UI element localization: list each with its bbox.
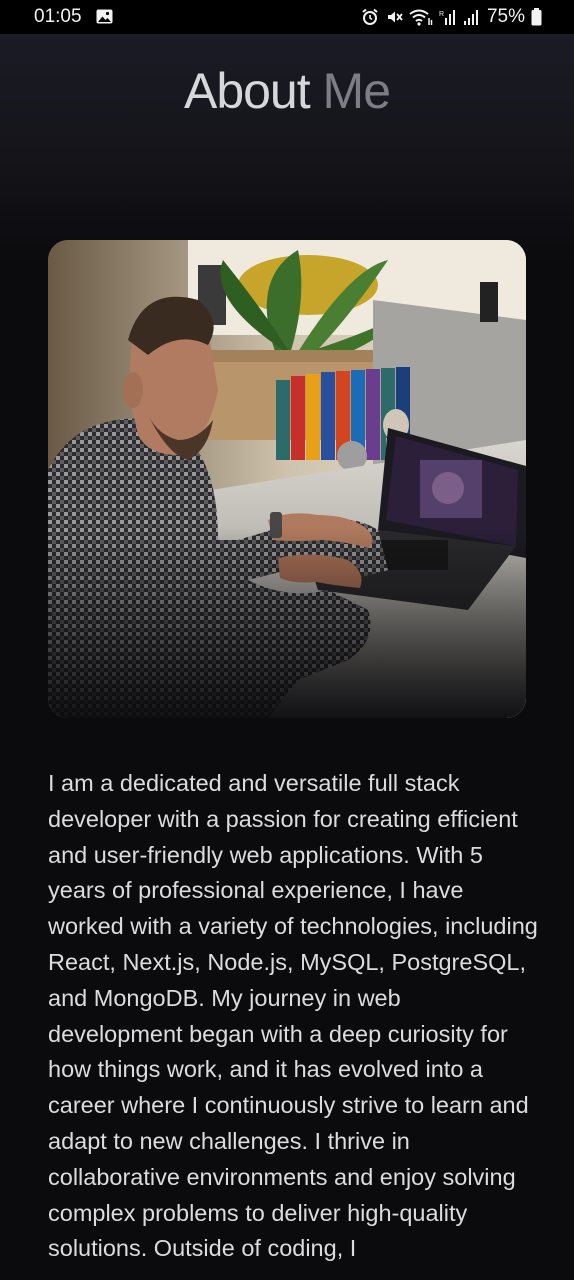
bio-text: I am a dedicated and versatile full stac… [48, 770, 538, 1262]
alarm-icon [362, 8, 378, 25]
status-bar: 01:05 R 75% [0, 0, 574, 34]
battery-level: 75% [486, 6, 525, 27]
profile-photo [48, 240, 526, 718]
developer-photo [48, 240, 526, 718]
signal-icon: R [439, 10, 455, 25]
signal-icon [463, 10, 478, 25]
wifi-icon [409, 9, 433, 26]
title-main: About [183, 63, 311, 119]
gallery-icon [96, 9, 113, 24]
mute-icon [387, 11, 403, 23]
status-time: 01:05 [34, 6, 82, 27]
page-title: About Me [0, 62, 574, 120]
battery-icon [531, 8, 542, 26]
svg-text:R: R [439, 11, 444, 18]
status-icons: R 75% [361, 6, 542, 28]
title-accent: Me [322, 63, 391, 119]
